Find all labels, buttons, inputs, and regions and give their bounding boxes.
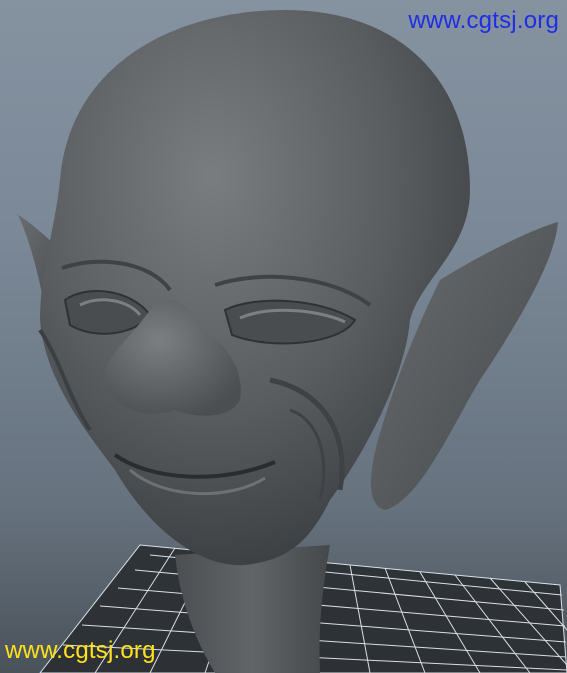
watermark-top: www.cgtsj.org <box>408 7 559 34</box>
3d-viewport[interactable]: www.cgtsj.org www.cgtsj.org <box>0 0 567 673</box>
viewport-scene <box>16 10 567 673</box>
watermark-bottom: www.cgtsj.org <box>5 637 156 664</box>
